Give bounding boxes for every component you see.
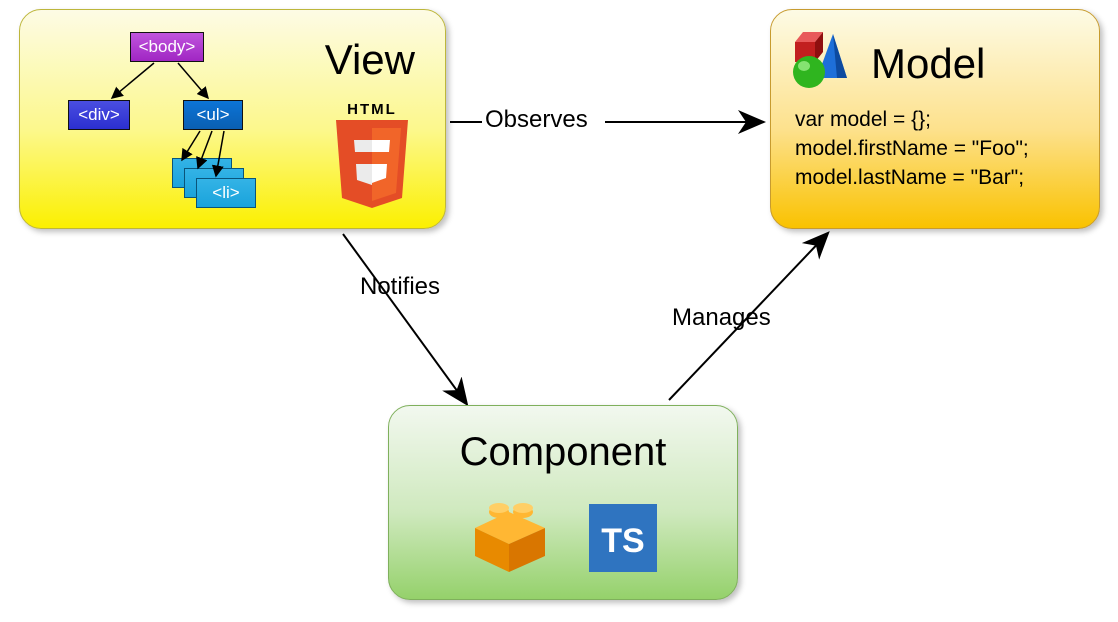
svg-text:TS: TS (601, 522, 644, 560)
html5-icon: HTML (326, 98, 418, 218)
code-line-1: var model = {}; (795, 106, 1029, 135)
dom-li-stack: <li> (172, 158, 260, 212)
typescript-icon: TS (589, 504, 657, 572)
model-code: var model = {}; model.firstName = "Foo";… (795, 106, 1029, 193)
component-title: Component (389, 430, 737, 475)
model-node: Model var model = {}; model.firstName = … (770, 9, 1100, 229)
edge-observes-label: Observes (485, 106, 588, 134)
dom-li-node: <li> (196, 178, 256, 208)
dom-ul-node: <ul> (183, 100, 243, 130)
model-title: Model (871, 40, 985, 88)
edge-notifies-label: Notifies (360, 273, 440, 301)
lego-icon (469, 498, 551, 578)
dom-body-node: <body> (130, 32, 204, 62)
edge-manages-label: Manages (672, 304, 771, 332)
code-line-2: model.firstName = "Foo"; (795, 135, 1029, 164)
component-icons: TS (389, 498, 737, 578)
component-node: Component TS (388, 405, 738, 600)
view-node: View <body> <div> <ul> <li> HTML (19, 9, 446, 229)
code-line-3: model.lastName = "Bar"; (795, 164, 1029, 193)
shapes-icon (787, 24, 859, 96)
dom-div-node: <div> (68, 100, 130, 130)
svg-text:HTML: HTML (347, 101, 397, 118)
view-title: View (325, 36, 415, 84)
